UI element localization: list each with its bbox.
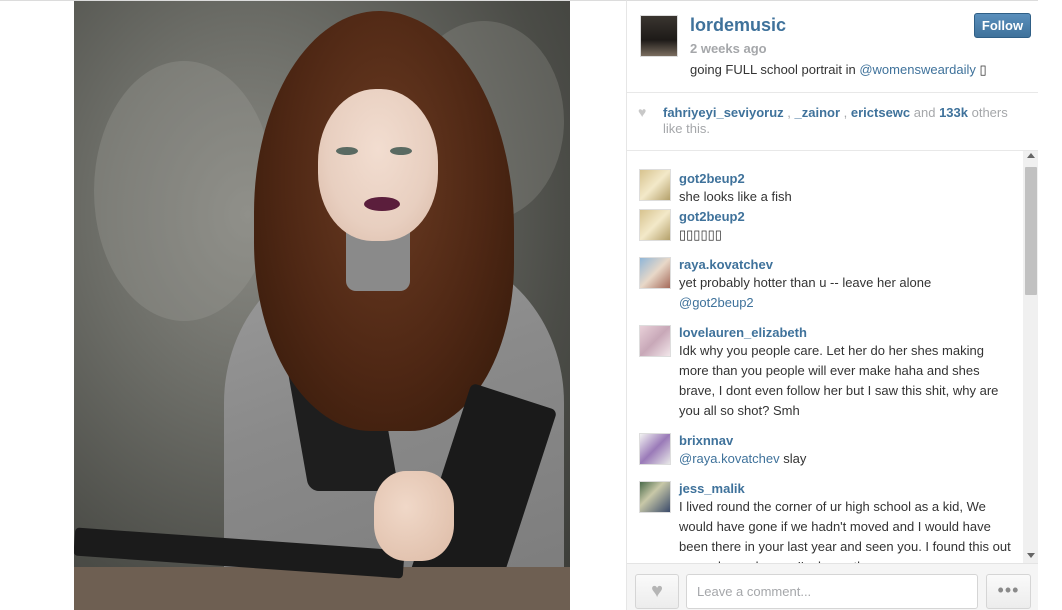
comments-scrollbar[interactable] <box>1023 151 1039 563</box>
post-header: lordemusic 2 weeks ago going FULL school… <box>627 1 1039 93</box>
post-caption: going FULL school portrait in @womenswea… <box>690 62 987 78</box>
heart-icon: ♥ <box>651 580 663 602</box>
comment-text: she looks like a fish <box>679 189 792 204</box>
face <box>318 89 438 241</box>
comment-text: @raya.kovatchev slay <box>679 449 1017 469</box>
comment-mention[interactable]: @got2beup2 <box>679 295 754 310</box>
comment-text: Idk why you people care. Let her do her … <box>679 343 999 418</box>
caption-mention[interactable]: @womensweardaily <box>859 62 976 77</box>
liker-link[interactable]: erictsewc <box>851 105 910 120</box>
commenter-avatar[interactable] <box>639 169 671 201</box>
comment-mention[interactable]: @raya.kovatchev <box>679 451 780 466</box>
post-photo[interactable] <box>74 1 570 610</box>
commenter-avatar[interactable] <box>639 257 671 289</box>
likes-separator: , <box>840 105 851 120</box>
caption-text: going FULL school portrait in <box>690 62 856 77</box>
likes-separator: , <box>783 105 795 120</box>
lips <box>364 197 400 211</box>
scrollbar-thumb[interactable] <box>1025 167 1037 295</box>
comment-text: yet probably hotter than u -- leave her … <box>679 273 1017 313</box>
like-button[interactable]: ♥ <box>635 574 679 609</box>
scroll-down-arrow-icon[interactable] <box>1027 553 1035 558</box>
commenter-avatar[interactable] <box>639 325 671 357</box>
commenter-username[interactable]: got2beup2 <box>679 171 745 186</box>
liker-link[interactable]: _zainor <box>795 105 841 120</box>
likes-count[interactable]: 133k <box>939 105 968 120</box>
likes-section: ♥ fahriyeyi_seviyoruz , _zainor , ericts… <box>627 93 1039 151</box>
commenter-username[interactable]: raya.kovatchev <box>679 257 773 272</box>
commenter-username[interactable]: lovelauren_elizabeth <box>679 325 807 340</box>
comment-footer: ♥ ••• <box>627 563 1039 610</box>
comment-body: yet probably hotter than u -- leave her … <box>679 275 932 290</box>
comments-list[interactable]: got2beup2 she looks like a fish got2beup… <box>627 151 1025 563</box>
likes-summary: fahriyeyi_seviyoruz , _zainor , erictsew… <box>663 105 1029 137</box>
comment-body: slay <box>779 451 807 466</box>
commenter-avatar[interactable] <box>639 433 671 465</box>
heart-icon: ♥ <box>638 104 647 120</box>
more-options-button[interactable]: ••• <box>986 574 1031 609</box>
eye <box>336 147 358 155</box>
liker-link[interactable]: fahriyeyi_seviyoruz <box>663 105 784 120</box>
post-sidebar: lordemusic 2 weeks ago going FULL school… <box>626 0 1039 610</box>
scroll-up-arrow-icon[interactable] <box>1027 153 1035 158</box>
floor <box>74 567 570 610</box>
eye <box>390 147 412 155</box>
commenter-avatar[interactable] <box>639 209 671 241</box>
comment-text: I lived round the corner of ur high scho… <box>679 499 1011 563</box>
commenter-username[interactable]: brixnnav <box>679 433 733 448</box>
comment-input[interactable] <box>686 574 978 609</box>
commenter-username[interactable]: got2beup2 <box>679 209 745 224</box>
page-gutter <box>1038 0 1062 610</box>
owner-username[interactable]: lordemusic <box>690 15 786 36</box>
post-timestamp[interactable]: 2 weeks ago <box>690 41 767 56</box>
post-viewer: lordemusic 2 weeks ago going FULL school… <box>0 0 1062 610</box>
owner-avatar[interactable] <box>640 15 678 57</box>
backdrop-fold <box>94 61 274 321</box>
ellipsis-icon: ••• <box>997 580 1020 600</box>
likes-conjunction: and <box>910 105 940 120</box>
commenter-username[interactable]: jess_malik <box>679 481 745 496</box>
follow-button[interactable]: Follow <box>974 13 1031 38</box>
photo-panel <box>0 0 626 610</box>
caption-trail: ▯ <box>979 62 987 77</box>
commenter-avatar[interactable] <box>639 481 671 513</box>
hand <box>374 471 454 561</box>
comment-text: ▯▯▯▯▯▯ <box>679 227 722 242</box>
